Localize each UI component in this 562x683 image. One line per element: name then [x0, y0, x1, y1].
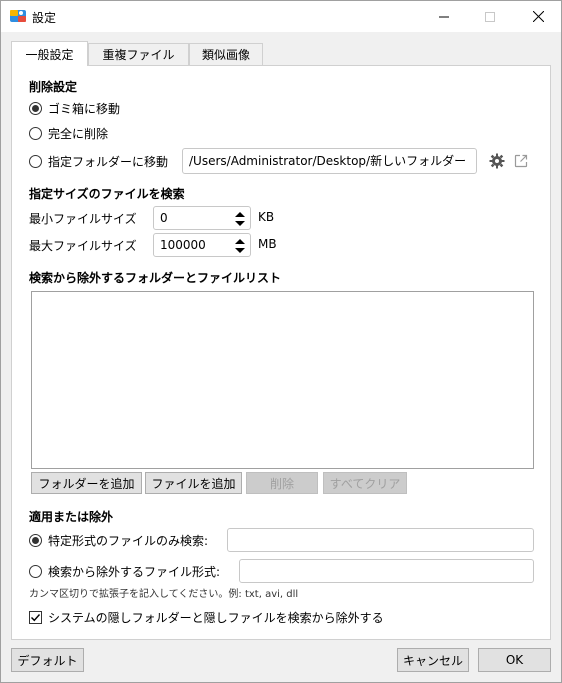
clear-all-button[interactable]: すべてクリア: [323, 472, 407, 494]
radio-delete-permanently[interactable]: 完全に削除: [29, 125, 108, 142]
folder-path-field[interactable]: /Users/Administrator/Desktop/新しいフォルダー: [182, 148, 477, 174]
checkbox-indicator[interactable]: [29, 611, 42, 624]
radio-label: 指定フォルダーに移動: [48, 155, 169, 169]
size-filter-title: 指定サイズのファイルを検索: [29, 187, 185, 201]
radio-label: 完全に削除: [48, 127, 109, 141]
delete-settings-title: 削除設定: [29, 80, 78, 94]
radio-indicator[interactable]: [29, 155, 42, 168]
exclude-list-box[interactable]: [31, 291, 534, 469]
max-size-unit: MB: [258, 237, 277, 251]
tab-general-label: 一般設定: [25, 47, 74, 62]
radio-exclude-formats[interactable]: 検索から除外するファイル形式:: [29, 563, 220, 580]
tab-duplicate-files-label: 重複ファイル: [102, 48, 175, 62]
checkmark-icon: [31, 614, 41, 622]
maximize-button[interactable]: [467, 1, 513, 32]
radio-move-to-trash[interactable]: ゴミ箱に移動: [29, 100, 120, 117]
add-folder-button[interactable]: フォルダーを追加: [31, 472, 142, 494]
ok-button[interactable]: OK: [478, 648, 551, 672]
min-size-spinbox[interactable]: 0: [153, 206, 251, 230]
delete-button[interactable]: 削除: [246, 472, 318, 494]
max-size-value: 100000: [160, 238, 206, 252]
spin-arrows-icon[interactable]: [234, 236, 246, 256]
max-size-label: 最大ファイルサイズ: [29, 239, 137, 253]
cancel-button[interactable]: キャンセル: [397, 648, 469, 672]
exclude-list-title: 検索から除外するフォルダーとファイルリスト: [29, 271, 282, 285]
title-bar[interactable]: 設定: [1, 1, 561, 32]
radio-indicator[interactable]: [29, 534, 42, 547]
radio-indicator[interactable]: [29, 565, 42, 578]
close-button[interactable]: [515, 1, 561, 32]
min-size-value: 0: [160, 211, 168, 225]
tab-general[interactable]: 一般設定: [11, 41, 88, 66]
exclude-formats-input[interactable]: [239, 559, 534, 583]
radio-label: 特定形式のファイルのみ検索:: [48, 534, 209, 548]
maximize-icon: [485, 11, 495, 22]
exclude-hidden-checkbox[interactable]: システムの隠しフォルダーと隠しファイルを検索から除外する: [29, 609, 384, 626]
add-file-button[interactable]: ファイルを追加: [145, 472, 242, 494]
external-link-icon[interactable]: [513, 153, 529, 169]
radio-label: ゴミ箱に移動: [48, 102, 121, 116]
tab-similar-images[interactable]: 類似画像: [189, 43, 263, 65]
settings-window: 設定 一般設定 重複ファイル 類似画像 削除設定 ゴミ箱に移動 完全に削除 指定…: [0, 0, 562, 683]
radio-label: 検索から除外するファイル形式:: [48, 565, 221, 579]
extension-hint: カンマ区切りで拡張子を記入してください。例: txt, avi, dll: [29, 589, 299, 600]
spin-arrows-icon[interactable]: [234, 209, 246, 229]
app-icon: [10, 8, 26, 24]
radio-indicator[interactable]: [29, 127, 42, 140]
max-size-spinbox[interactable]: 100000: [153, 233, 251, 257]
min-size-label: 最小ファイルサイズ: [29, 212, 137, 226]
radio-indicator[interactable]: [29, 102, 42, 115]
minimize-button[interactable]: [421, 1, 467, 32]
general-settings-panel: 削除設定 ゴミ箱に移動 完全に削除 指定フォルダーに移動 /Users/Admi…: [11, 65, 551, 640]
minimize-icon: [439, 16, 449, 17]
window-title: 設定: [32, 11, 57, 25]
tab-duplicate-files[interactable]: 重複ファイル: [88, 43, 189, 65]
checkbox-label: システムの隠しフォルダーと隠しファイルを検索から除外する: [48, 611, 384, 625]
apply-exclude-title: 適用または除外: [29, 510, 114, 524]
radio-include-formats[interactable]: 特定形式のファイルのみ検索:: [29, 532, 208, 549]
include-formats-input[interactable]: [227, 528, 534, 552]
radio-move-to-folder[interactable]: 指定フォルダーに移動: [29, 153, 168, 170]
gear-icon[interactable]: [489, 153, 505, 169]
default-button[interactable]: デフォルト: [11, 648, 84, 672]
close-icon: [532, 11, 544, 22]
min-size-unit: KB: [258, 210, 275, 224]
tab-similar-images-label: 類似画像: [201, 48, 250, 62]
